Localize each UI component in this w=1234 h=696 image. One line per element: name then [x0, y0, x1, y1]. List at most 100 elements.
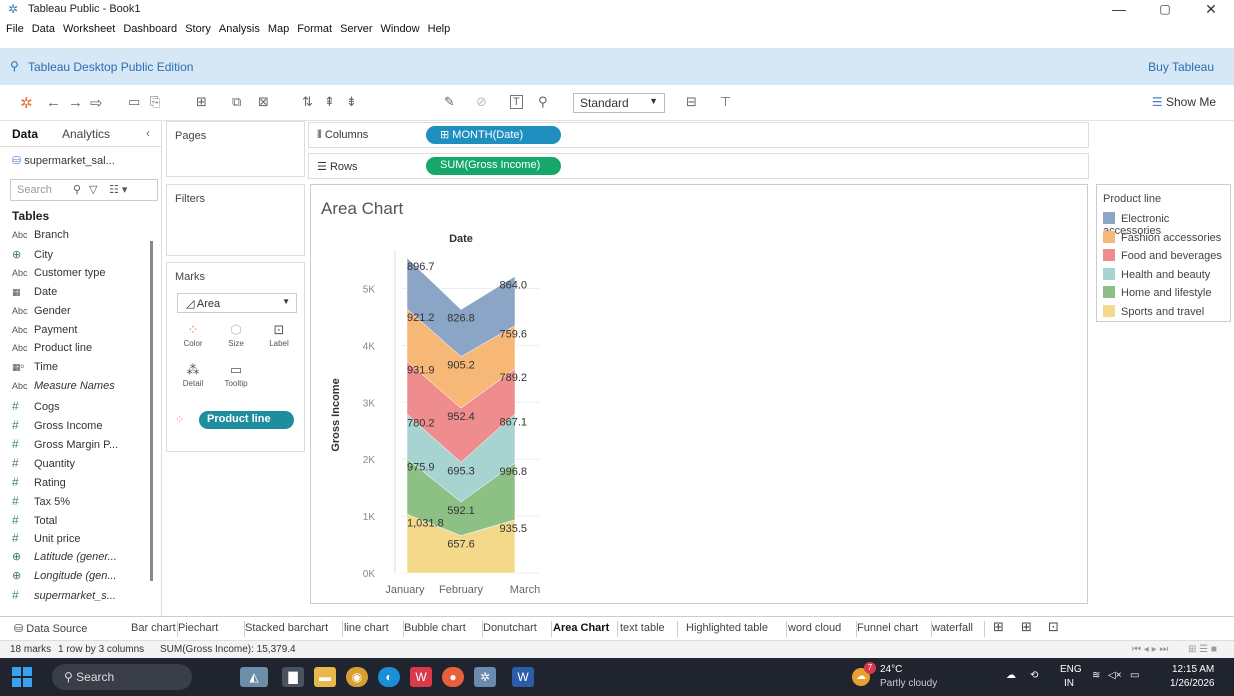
menu-worksheet[interactable]: Worksheet	[63, 23, 115, 35]
tableau-taskbar-icon[interactable]: ✲	[474, 667, 496, 687]
sheet-tab[interactable]: Bubble chart	[404, 622, 466, 634]
sheet-tab[interactable]: Highlighted table	[686, 622, 768, 634]
edge-icon[interactable]: ◐	[378, 667, 400, 687]
field-item[interactable]: # Gross Margin P...	[12, 437, 118, 455]
product-line-pill[interactable]: Product line	[199, 411, 294, 429]
redo-icon[interactable]: →	[68, 94, 83, 111]
close-button[interactable]: ✕	[1188, 0, 1234, 18]
field-item[interactable]: # Gross Income	[12, 418, 102, 436]
filter-icon[interactable]: ▽	[89, 183, 97, 196]
color-button[interactable]: ⁘ Color	[173, 321, 213, 357]
windows-start-icon[interactable]	[12, 667, 32, 687]
legend-item[interactable]: Fashion accessories	[1103, 230, 1221, 249]
collapse-pane-icon[interactable]: ‹	[146, 126, 150, 140]
field-list-scrollbar[interactable]	[150, 241, 153, 581]
sheet-tab[interactable]: text table	[620, 622, 665, 634]
maximize-button[interactable]: ▢	[1142, 0, 1188, 18]
viz-area[interactable]: Area Chart 0K 1K 2K 3K 4K 5K 1,031.8 657.6 935.5…	[310, 184, 1088, 604]
new-worksheet-tab-icon[interactable]: ⊞	[993, 619, 1004, 635]
menu-story[interactable]: Story	[185, 23, 211, 35]
legend-item[interactable]: Sports and travel	[1103, 304, 1204, 323]
tableau-logo-icon[interactable]: ✲	[20, 94, 33, 112]
presentation-icon[interactable]: ⊤	[720, 94, 731, 110]
menu-help[interactable]: Help	[428, 23, 451, 35]
undo-icon[interactable]: ←	[46, 94, 61, 111]
show-me-button[interactable]: ☰ Show Me	[1152, 95, 1216, 109]
area-chart-svg[interactable]: 0K 1K 2K 3K 4K 5K 1,031.8657.6 935.5 975.9 592.1 9…	[311, 185, 1089, 605]
volume-icon[interactable]: ◁×	[1108, 670, 1122, 681]
detail-button[interactable]: ⁂ Detail	[173, 361, 213, 397]
clear-sheet-icon[interactable]: ⊠	[258, 94, 269, 110]
word-icon[interactable]: W	[512, 667, 534, 687]
menu-file[interactable]: File	[6, 23, 24, 35]
file-explorer-icon[interactable]: ▬	[314, 667, 336, 687]
sheet-tab[interactable]: Piechart	[178, 622, 218, 634]
replay-icon[interactable]: ⇨	[90, 94, 103, 112]
sheet-tab[interactable]: Stacked barchart	[245, 622, 328, 634]
chrome-icon[interactable]: ◉	[346, 667, 368, 687]
legend-item[interactable]: Health and beauty	[1103, 267, 1210, 286]
sort-descending-icon[interactable]: ⇟	[346, 94, 357, 110]
language-code[interactable]: ENG	[1060, 664, 1082, 675]
field-item[interactable]: ⊕ Longitude (gen...	[12, 569, 117, 587]
menu-format[interactable]: Format	[297, 23, 332, 35]
rows-shelf[interactable]: ☰ Rows SUM(Gross Income)	[308, 153, 1089, 179]
menu-analysis[interactable]: Analysis	[219, 23, 260, 35]
sheet-tab[interactable]: Area Chart	[549, 617, 613, 639]
sheet-tab[interactable]: Donutchart	[483, 622, 537, 634]
field-item[interactable]: # Unit price	[12, 531, 80, 549]
sheet-nav-icons[interactable]: ⏮ ◂ ▸ ⏭	[1132, 644, 1168, 655]
new-dashboard-tab-icon[interactable]: ⊞	[1021, 619, 1032, 635]
show-labels-icon[interactable]: T	[510, 95, 523, 109]
field-item[interactable]: Abc Branch	[12, 229, 69, 247]
firefox-icon[interactable]: ●	[442, 667, 464, 687]
field-item[interactable]: Abc Product line	[12, 342, 92, 360]
sheet-tab[interactable]: waterfall	[932, 622, 973, 634]
filters-card[interactable]: Filters	[166, 184, 305, 256]
wifi-icon[interactable]: ≋	[1092, 670, 1100, 681]
field-item[interactable]: ▦ Date	[12, 286, 57, 304]
sheet-tab[interactable]: line chart	[344, 622, 389, 634]
field-item[interactable]: # supermarket_s...	[12, 588, 116, 606]
field-item[interactable]: # Tax 5%	[12, 494, 70, 512]
field-item[interactable]: # Total	[12, 513, 57, 531]
tooltip-button[interactable]: ▭ Tooltip	[216, 361, 256, 397]
new-datasource-icon[interactable]: ⎘	[150, 94, 160, 110]
sheet-tab[interactable]: word cloud	[788, 622, 841, 634]
field-item[interactable]: Abc Payment	[12, 324, 77, 342]
new-worksheet-icon[interactable]: ⊞	[196, 94, 207, 110]
buy-tableau-link[interactable]: Buy Tableau	[1148, 60, 1214, 74]
label-button[interactable]: ⊡ Label	[259, 321, 299, 357]
view-options-icon[interactable]: ☷ ▾	[109, 183, 127, 196]
data-source-tab[interactable]: ⛁ Data Source	[14, 622, 87, 635]
new-story-tab-icon[interactable]: ⊡	[1048, 619, 1059, 635]
group-icon[interactable]: ⊘	[476, 94, 487, 110]
legend-item[interactable]: Electronic accessories	[1103, 212, 1230, 237]
save-icon[interactable]: ▭	[128, 94, 140, 110]
field-item[interactable]: # Quantity	[12, 456, 75, 474]
highlight-icon[interactable]: ✎	[444, 94, 455, 110]
view-mode-icons[interactable]: ⊞ ☰ ■	[1188, 644, 1217, 655]
pages-card[interactable]: Pages	[166, 121, 305, 177]
field-item[interactable]: ⊕ City	[12, 248, 53, 266]
taskbar-search[interactable]: ⚲ Search	[52, 664, 192, 690]
field-item[interactable]: Abc Measure Names	[12, 380, 115, 398]
field-item[interactable]: # Cogs	[12, 399, 60, 417]
duplicate-sheet-icon[interactable]: ⧉	[232, 94, 241, 110]
copilot-icon[interactable]: ⟲	[1030, 670, 1038, 681]
size-button[interactable]: ⬡ Size	[216, 321, 256, 357]
datasource-item[interactable]: ⛁ supermarket_sal...	[12, 154, 115, 167]
taskbar-widget-icon[interactable]: ◭	[240, 667, 268, 687]
mark-type-select[interactable]: ◿ Area ▼	[177, 293, 297, 313]
menu-map[interactable]: Map	[268, 23, 289, 35]
minimize-button[interactable]: —	[1096, 0, 1142, 18]
legend-item[interactable]: Food and beverages	[1103, 249, 1222, 267]
fit-icon[interactable]: ⊟	[686, 94, 697, 110]
sum-gross-income-pill[interactable]: SUM(Gross Income)	[426, 157, 561, 175]
field-item[interactable]: Abc Customer type	[12, 267, 106, 285]
battery-icon[interactable]: ▭	[1130, 670, 1139, 681]
fix-axes-icon[interactable]: ⚲	[538, 94, 548, 110]
legend-item[interactable]: Home and lifestyle	[1103, 286, 1212, 304]
search-icon[interactable]: ⚲	[73, 183, 81, 196]
swap-icon[interactable]: ⇅	[302, 94, 313, 110]
